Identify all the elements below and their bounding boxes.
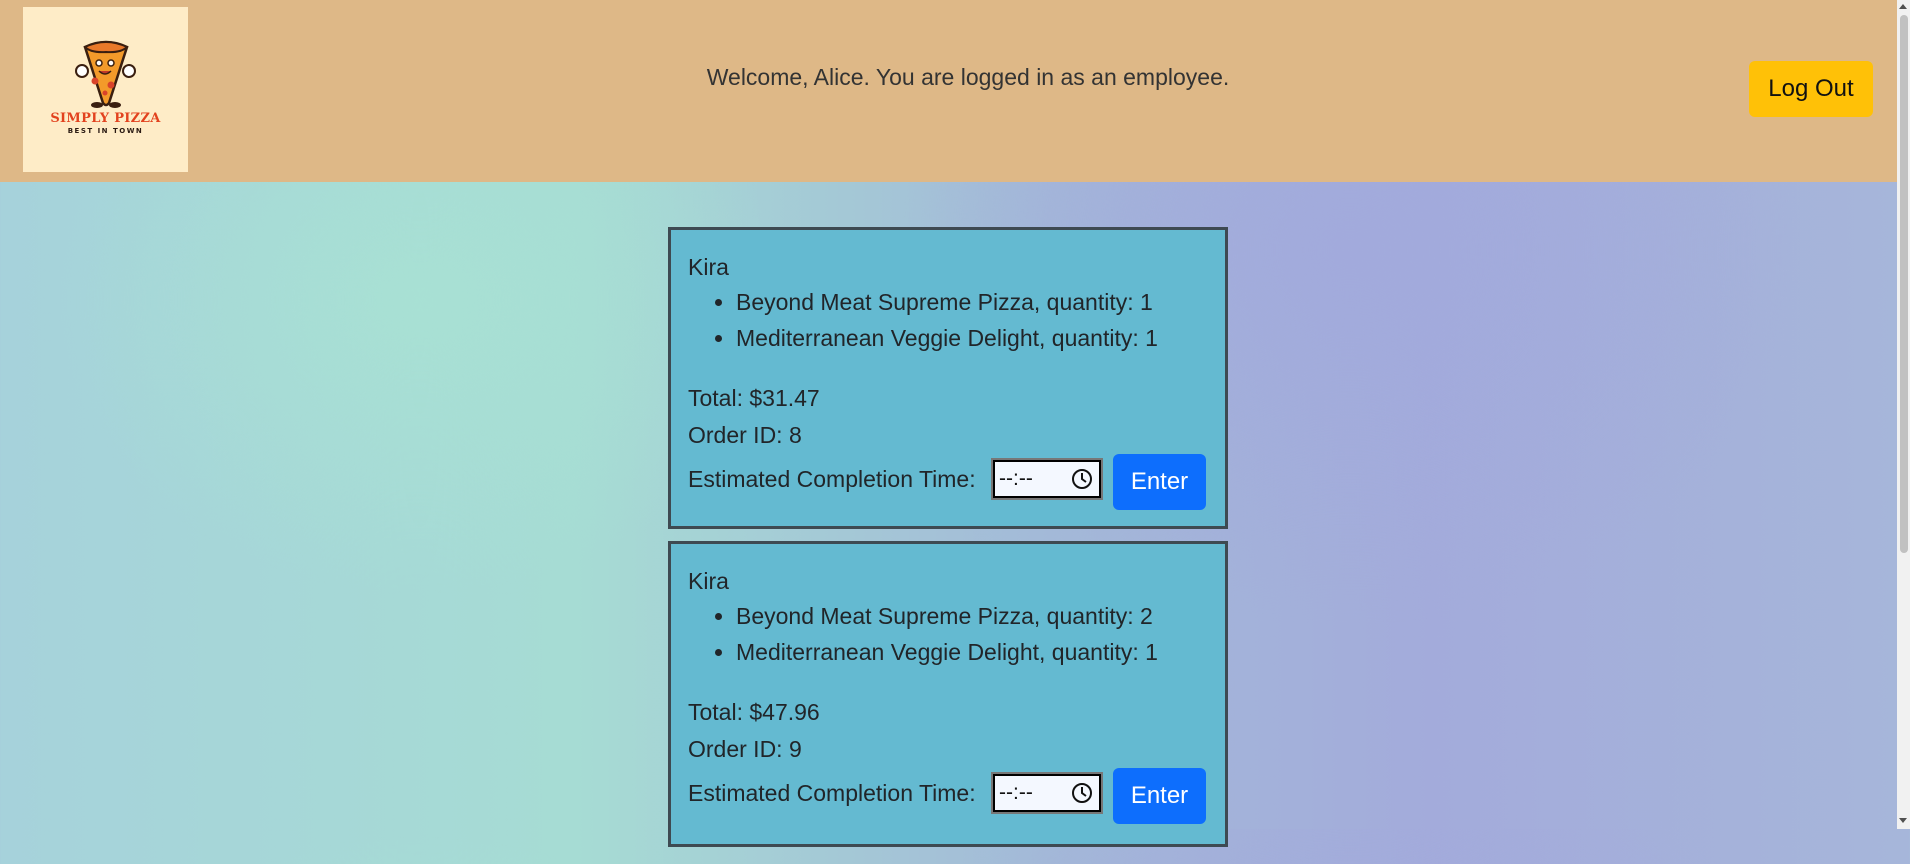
order-id-label: Order ID:: [688, 422, 783, 448]
eta-label: Estimated Completion Time:: [688, 466, 976, 492]
vertical-scrollbar[interactable]: [1897, 0, 1910, 829]
order-id-row: Order ID: 9: [688, 730, 1209, 768]
top-header: SIMPLY PIZZA BEST IN TOWN Welcome, Alice…: [0, 0, 1897, 182]
order-items-list: Beyond Meat Supreme Pizza, quantity: 1 M…: [688, 284, 1209, 356]
completion-time-input[interactable]: --:--: [991, 772, 1103, 814]
enter-button[interactable]: Enter: [1113, 768, 1206, 824]
order-item: Mediterranean Veggie Delight, quantity: …: [736, 320, 1209, 356]
time-value: --:--: [999, 467, 1033, 490]
order-item: Mediterranean Veggie Delight, quantity: …: [736, 634, 1209, 670]
clock-icon[interactable]: [1071, 468, 1093, 490]
order-id-label: Order ID:: [688, 736, 783, 762]
eta-row: Estimated Completion Time: --:-- Enter: [688, 454, 1209, 512]
completion-time-input[interactable]: --:--: [991, 458, 1103, 500]
logo-title: SIMPLY PIZZA: [50, 111, 161, 126]
order-total: Total: $31.47: [688, 385, 820, 411]
clock-icon[interactable]: [1071, 782, 1093, 804]
enter-button[interactable]: Enter: [1113, 454, 1206, 510]
order-id-row: Order ID: 8: [688, 416, 1209, 454]
order-item: Beyond Meat Supreme Pizza, quantity: 1: [736, 284, 1209, 320]
customer-name: Kira: [688, 568, 729, 594]
order-card: Kira Beyond Meat Supreme Pizza, quantity…: [668, 227, 1228, 529]
scroll-down-arrow-icon[interactable]: [1899, 818, 1907, 823]
time-value: --:--: [999, 781, 1033, 804]
scrollbar-thumb[interactable]: [1900, 15, 1908, 553]
order-id-value: 8: [788, 422, 802, 448]
customer-name: Kira: [688, 254, 729, 280]
order-card: Kira Beyond Meat Supreme Pizza, quantity…: [668, 541, 1228, 847]
scroll-up-arrow-icon[interactable]: [1899, 4, 1907, 9]
order-item: Beyond Meat Supreme Pizza, quantity: 2: [736, 598, 1209, 634]
logo-subtitle: BEST IN TOWN: [67, 127, 144, 135]
eta-label: Estimated Completion Time:: [688, 780, 976, 806]
order-total: Total: $47.96: [688, 699, 820, 725]
order-id-value: 9: [788, 736, 802, 762]
logout-button[interactable]: Log Out: [1749, 61, 1873, 117]
eta-row: Estimated Completion Time: --:-- Enter: [688, 768, 1209, 826]
welcome-message: Welcome, Alice. You are logged in as an …: [706, 64, 1230, 90]
order-items-list: Beyond Meat Supreme Pizza, quantity: 2 M…: [688, 598, 1209, 670]
